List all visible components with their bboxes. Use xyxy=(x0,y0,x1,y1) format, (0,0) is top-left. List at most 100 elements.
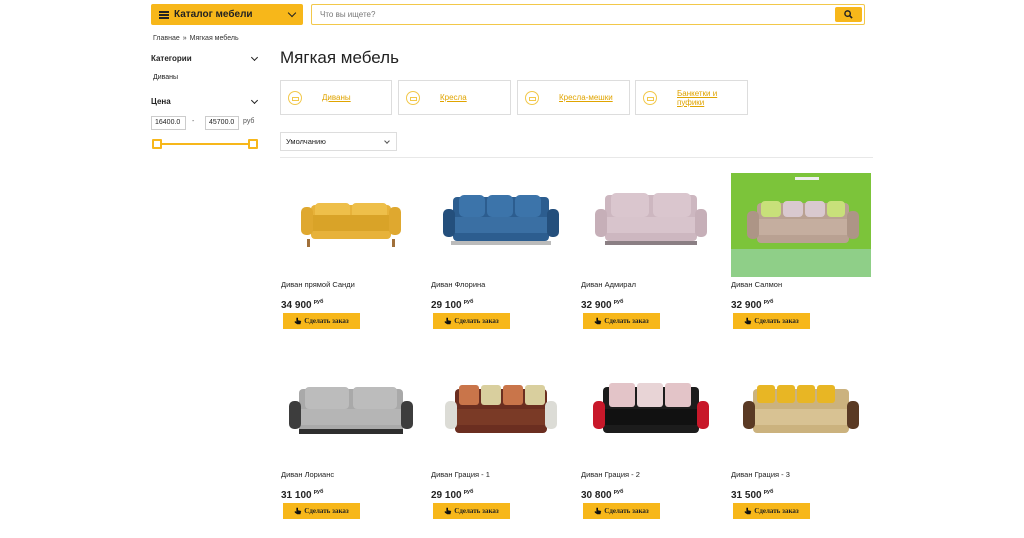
price-currency: руб xyxy=(463,489,474,495)
order-button-label: Сделать заказ xyxy=(454,317,499,325)
categories-title: Категории xyxy=(151,54,192,63)
price-heading[interactable]: Цена xyxy=(151,96,259,106)
product-card[interactable]: Диван Флорина 29 100 руб Сделать заказ xyxy=(431,173,571,333)
product-image[interactable] xyxy=(581,363,721,467)
hand-pointer-icon xyxy=(445,507,452,515)
price-value: 30 800 xyxy=(581,490,612,501)
order-button[interactable]: Сделать заказ xyxy=(433,503,510,519)
price-currency: руб xyxy=(243,118,255,125)
price-value: 31 100 xyxy=(281,490,312,501)
categories-heading[interactable]: Категории xyxy=(151,53,259,63)
order-button[interactable]: Сделать заказ xyxy=(733,503,810,519)
order-button-label: Сделать заказ xyxy=(604,317,649,325)
menu-icon xyxy=(159,10,169,19)
hand-pointer-icon xyxy=(745,317,752,325)
hand-pointer-icon xyxy=(595,317,602,325)
hand-pointer-icon xyxy=(295,507,302,515)
price-max-input[interactable]: 45700.0 xyxy=(205,116,239,130)
search-icon xyxy=(844,10,853,19)
product-name[interactable]: Диван Лорианс xyxy=(281,470,334,479)
category-tile-label: Кресла-мешки xyxy=(559,93,613,102)
hand-pointer-icon xyxy=(445,317,452,325)
product-image[interactable] xyxy=(731,173,871,277)
product-card[interactable]: Диван Грация - 1 29 100 руб Сделать заказ xyxy=(431,363,571,523)
price-currency: руб xyxy=(613,299,624,305)
category-tile-divany[interactable]: Диваны xyxy=(280,80,392,115)
price-currency: руб xyxy=(463,299,474,305)
sidebar-item-divany[interactable]: Диваны xyxy=(153,74,178,81)
product-card[interactable]: Диван Салмон 32 900 руб Сделать заказ xyxy=(731,173,871,333)
breadcrumb: Главнае» Мягкая мебель xyxy=(153,35,239,42)
page-title: Мягкая мебель xyxy=(280,48,399,67)
product-image[interactable] xyxy=(431,363,571,467)
category-tile-label: Кресла xyxy=(440,93,467,102)
price-value: 29 100 xyxy=(431,490,462,501)
sort-select[interactable]: Умолчанию xyxy=(280,132,397,151)
price-currency: руб xyxy=(613,489,624,495)
product-image[interactable] xyxy=(731,363,871,467)
order-button-label: Сделать заказ xyxy=(754,317,799,325)
price-min-input[interactable]: 16400.0 xyxy=(151,116,186,130)
product-image[interactable] xyxy=(431,173,571,277)
product-card[interactable]: Диван Грация - 3 31 500 руб Сделать заказ xyxy=(731,363,871,523)
catalog-label: Каталог мебели xyxy=(174,9,253,20)
sofa-icon xyxy=(288,90,302,105)
armchair-icon xyxy=(406,90,420,105)
chevron-down-icon xyxy=(250,96,259,105)
product-price: 31 100 руб xyxy=(281,489,323,501)
product-price: 32 900 руб xyxy=(581,299,623,311)
category-tile-banketki[interactable]: Банкетки и пуфики xyxy=(635,80,748,115)
catalog-button[interactable]: Каталог мебели xyxy=(151,4,303,25)
breadcrumb-current: Мягкая мебель xyxy=(189,35,239,42)
product-name[interactable]: Диван Адмирал xyxy=(581,280,636,289)
price-currency: руб xyxy=(313,299,324,305)
chevron-down-icon xyxy=(287,8,297,18)
product-name[interactable]: Диван Салмон xyxy=(731,280,782,289)
product-name[interactable]: Диван Грация - 1 xyxy=(431,470,490,479)
price-currency: руб xyxy=(763,299,774,305)
product-image[interactable] xyxy=(281,363,421,467)
product-image[interactable] xyxy=(281,173,421,277)
price-slider-track[interactable] xyxy=(157,143,254,145)
product-card[interactable]: Диван Адмирал 32 900 руб Сделать заказ xyxy=(581,173,721,333)
order-button[interactable]: Сделать заказ xyxy=(283,313,360,329)
category-tile-label: Диваны xyxy=(322,93,351,102)
price-slider-max-handle[interactable] xyxy=(248,139,258,149)
product-image[interactable] xyxy=(581,173,721,277)
search-button[interactable] xyxy=(835,7,862,22)
order-button[interactable]: Сделать заказ xyxy=(433,313,510,329)
product-card[interactable]: Диван Лорианс 31 100 руб Сделать заказ xyxy=(281,363,421,523)
product-name[interactable]: Диван прямой Санди xyxy=(281,280,355,289)
product-name[interactable]: Диван Грация - 2 xyxy=(581,470,640,479)
product-card[interactable]: Диван Грация - 2 30 800 руб Сделать заказ xyxy=(581,363,721,523)
order-button[interactable]: Сделать заказ xyxy=(583,503,660,519)
order-button-label: Сделать заказ xyxy=(754,507,799,515)
search-input[interactable] xyxy=(312,5,832,24)
product-price: 34 900 руб xyxy=(281,299,323,311)
order-button[interactable]: Сделать заказ xyxy=(283,503,360,519)
product-price: 32 900 руб xyxy=(731,299,773,311)
category-tile-kresla-meshki[interactable]: Кресла-мешки xyxy=(517,80,630,115)
category-tile-kresla[interactable]: Кресла xyxy=(398,80,511,115)
order-button[interactable]: Сделать заказ xyxy=(583,313,660,329)
chevron-down-icon xyxy=(384,138,390,144)
product-card[interactable]: Диван прямой Санди 34 900 руб Сделать зак… xyxy=(281,173,421,333)
order-button-label: Сделать заказ xyxy=(454,507,499,515)
price-value: 29 100 xyxy=(431,300,462,311)
hand-pointer-icon xyxy=(745,507,752,515)
price-value: 34 900 xyxy=(281,300,312,311)
order-button-label: Сделать заказ xyxy=(604,507,649,515)
order-button[interactable]: Сделать заказ xyxy=(733,313,810,329)
breadcrumb-home[interactable]: Главнае xyxy=(153,35,180,42)
hand-pointer-icon xyxy=(295,317,302,325)
product-price: 29 100 руб xyxy=(431,489,473,501)
price-value: 32 900 xyxy=(581,300,612,311)
price-slider-min-handle[interactable] xyxy=(152,139,162,149)
price-title: Цена xyxy=(151,97,171,106)
product-name[interactable]: Диван Флорина xyxy=(431,280,485,289)
order-button-label: Сделать заказ xyxy=(304,317,349,325)
product-price: 31 500 руб xyxy=(731,489,773,501)
hand-pointer-icon xyxy=(595,507,602,515)
product-name[interactable]: Диван Грация - 3 xyxy=(731,470,790,479)
beanbag-icon xyxy=(525,90,539,105)
